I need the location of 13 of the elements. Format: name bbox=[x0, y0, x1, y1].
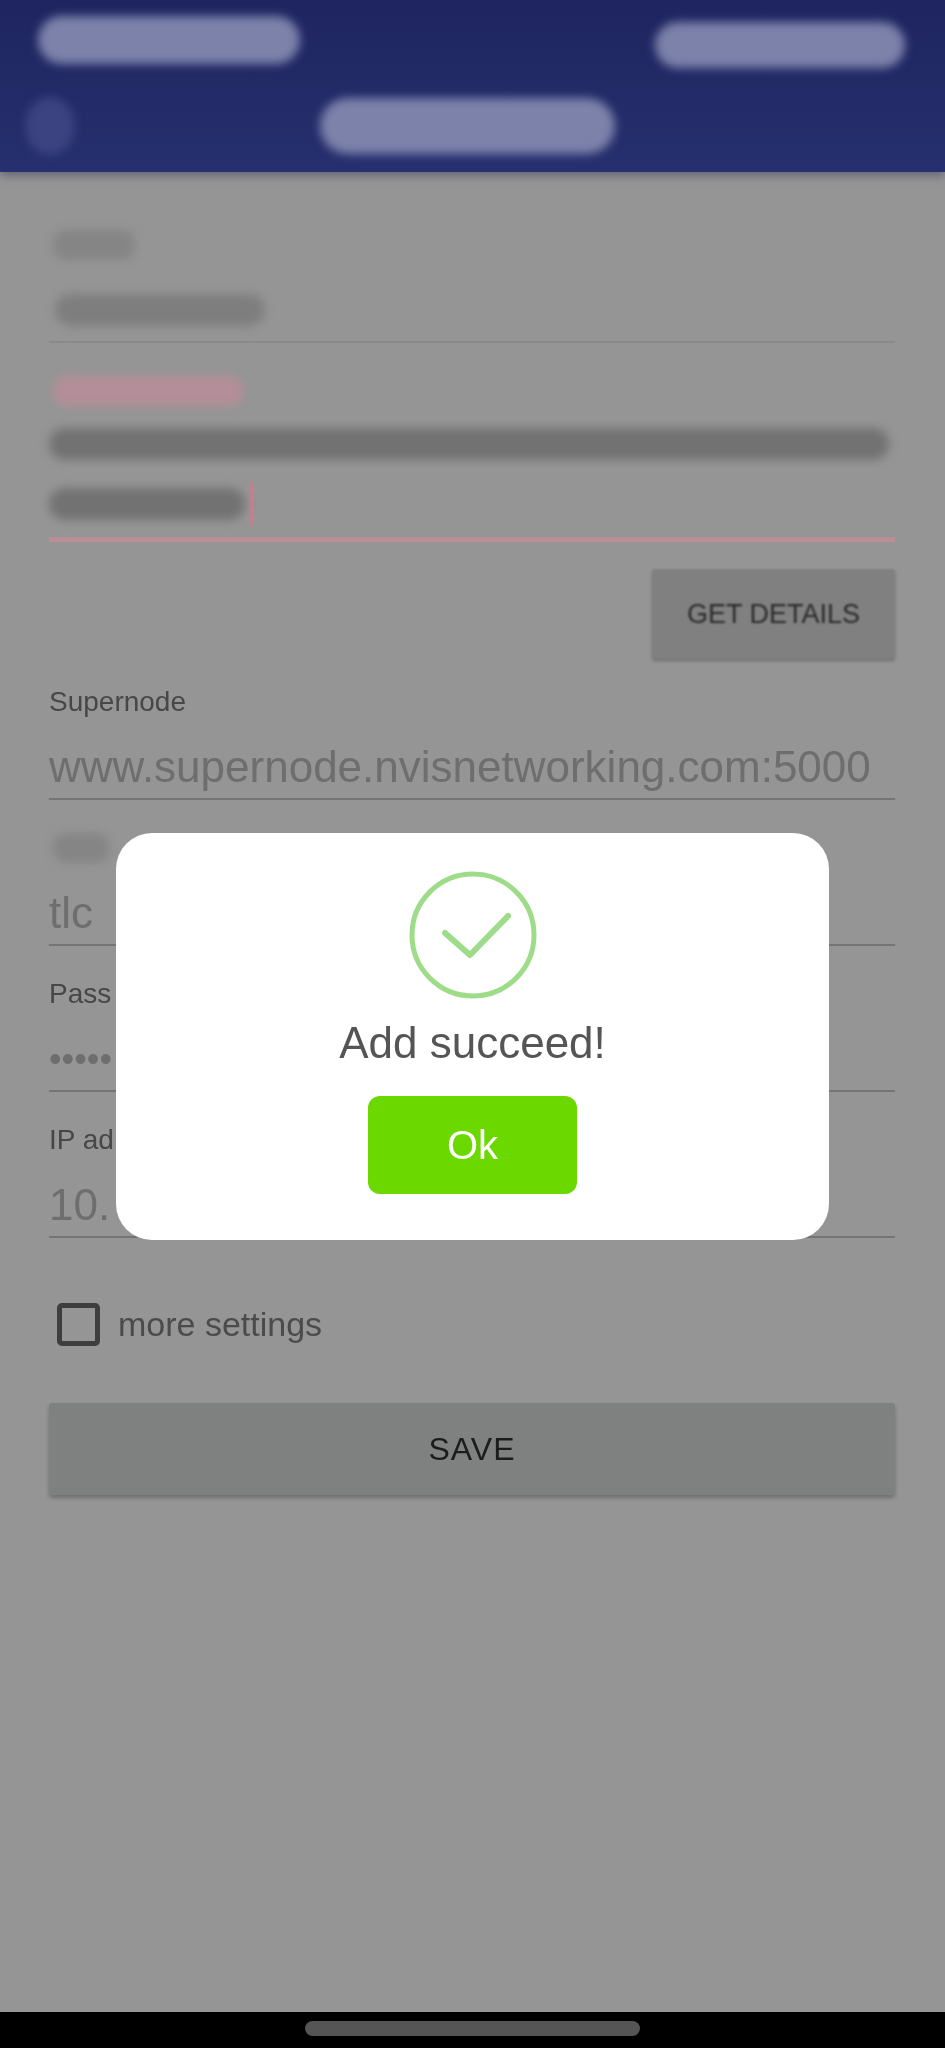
ok-button[interactable]: Ok bbox=[368, 1096, 577, 1194]
save-button[interactable]: SAVE bbox=[49, 1403, 895, 1495]
checkbox[interactable] bbox=[57, 1302, 100, 1346]
check-circle-icon bbox=[408, 871, 537, 999]
blurred-icon[interactable] bbox=[25, 97, 75, 155]
home-indicator[interactable] bbox=[305, 2021, 640, 2036]
field-label: Supernode bbox=[49, 685, 186, 719]
get-details-button[interactable]: GET DETAILS bbox=[652, 569, 895, 659]
field-label: IP ad bbox=[49, 1123, 114, 1157]
dialog-message: Add succeed! bbox=[339, 1017, 606, 1069]
checkbox-label[interactable]: more settings bbox=[118, 1302, 323, 1346]
input-field[interactable]: ••••• bbox=[49, 1031, 113, 1087]
field-label: Pass bbox=[49, 977, 112, 1011]
